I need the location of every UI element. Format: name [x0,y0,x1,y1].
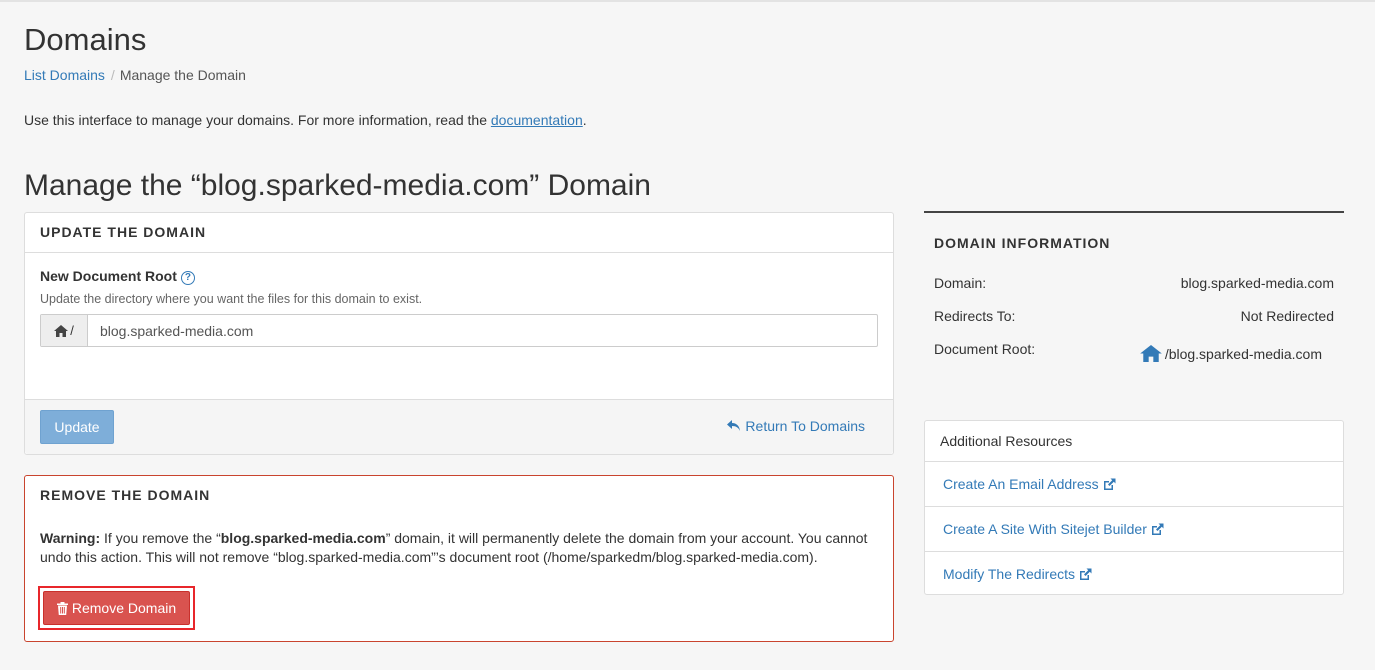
external-link-icon [1151,523,1164,535]
remove-domain-button[interactable]: Remove Domain [43,591,190,625]
external-link-icon [1080,568,1092,580]
info-label: Document Root: [934,341,1036,357]
top-border [0,0,1375,2]
breadcrumb: List Domains / Manage the Domain [24,66,246,84]
create-email-link[interactable]: Create An Email Address [943,462,1099,506]
info-label: Domain: [934,275,987,291]
return-to-domains-link[interactable]: Return To Domains [727,418,865,434]
domain-information-heading: DOMAIN INFORMATION [934,235,1111,251]
breadcrumb-current: Manage the Domain [119,67,246,83]
page-title: Domains [24,22,147,57]
update-domain-heading: UPDATE THE DOMAIN [25,213,893,253]
warning-domain: blog.sparked-media.com [220,530,386,546]
documentation-link[interactable]: documentation [491,112,583,128]
document-root-link[interactable]: /blog.sparked-media.com [1139,345,1322,362]
remove-domain-heading: REMOVE THE DOMAIN [40,487,211,503]
intro-text-body: Use this interface to manage your domain… [24,112,491,128]
breadcrumb-separator: / [110,67,115,83]
info-value: Not Redirected [1240,308,1334,324]
info-label: Redirects To: [934,308,1016,324]
resource-item-email: Create An Email Address [925,462,1343,507]
warning-label: Warning: [40,530,101,546]
remove-domain-panel: REMOVE THE DOMAIN Warning: If you remove… [24,475,894,642]
document-root-help: Update the directory where you want the … [40,292,423,306]
remove-button-highlight: Remove Domain [38,586,195,630]
input-addon: / [41,315,88,346]
document-root-label-text: New Document Root [40,268,177,284]
additional-resources-panel: Additional Resources Create An Email Add… [924,420,1344,595]
create-site-sitejet-link[interactable]: Create A Site With Sitejet Builder [943,507,1147,551]
intro-text-end: . [582,112,587,128]
update-domain-panel: UPDATE THE DOMAIN New Document Root? Upd… [24,212,894,455]
additional-resources-heading: Additional Resources [925,421,1343,462]
return-to-domains-label: Return To Domains [745,418,865,434]
remove-warning: Warning: If you remove the “blog.sparked… [40,529,880,566]
warning-pre: If you remove the “ [100,530,221,546]
document-root-link-text: /blog.sparked-media.com [1164,345,1322,362]
info-value: blog.sparked-media.com [1180,275,1334,291]
update-button[interactable]: Update [40,410,114,444]
return-arrow-icon [727,420,741,431]
document-root-input-group: / [40,314,878,347]
external-link-icon [1103,478,1116,490]
update-panel-footer: Update Return To Domains [25,399,893,454]
remove-domain-label: Remove Domain [71,600,177,616]
addon-slash: / [70,323,74,338]
modify-redirects-link[interactable]: Modify The Redirects [943,552,1075,596]
resource-item-sitejet: Create A Site With Sitejet Builder [925,507,1343,552]
document-root-input[interactable] [88,315,877,346]
manage-domain-title: Manage the “blog.sparked-media.com” Doma… [24,169,651,202]
resource-item-redirects: Modify The Redirects [925,552,1343,596]
breadcrumb-list-domains[interactable]: List Domains [24,67,105,83]
domain-information: DOMAIN INFORMATION Domain: blog.sparked-… [924,211,1344,383]
intro-text: Use this interface to manage your domain… [24,111,587,129]
document-root-label: New Document Root? [40,268,195,285]
info-row-document-root: Document Root: /blog.sparked-media.com [934,341,1334,362]
trash-icon [56,601,68,615]
home-icon [1139,345,1162,362]
help-icon[interactable]: ? [180,271,195,285]
info-row-domain: Domain: blog.sparked-media.com [934,275,1334,291]
home-icon [54,324,69,337]
info-row-redirects: Redirects To: Not Redirected [934,308,1334,324]
